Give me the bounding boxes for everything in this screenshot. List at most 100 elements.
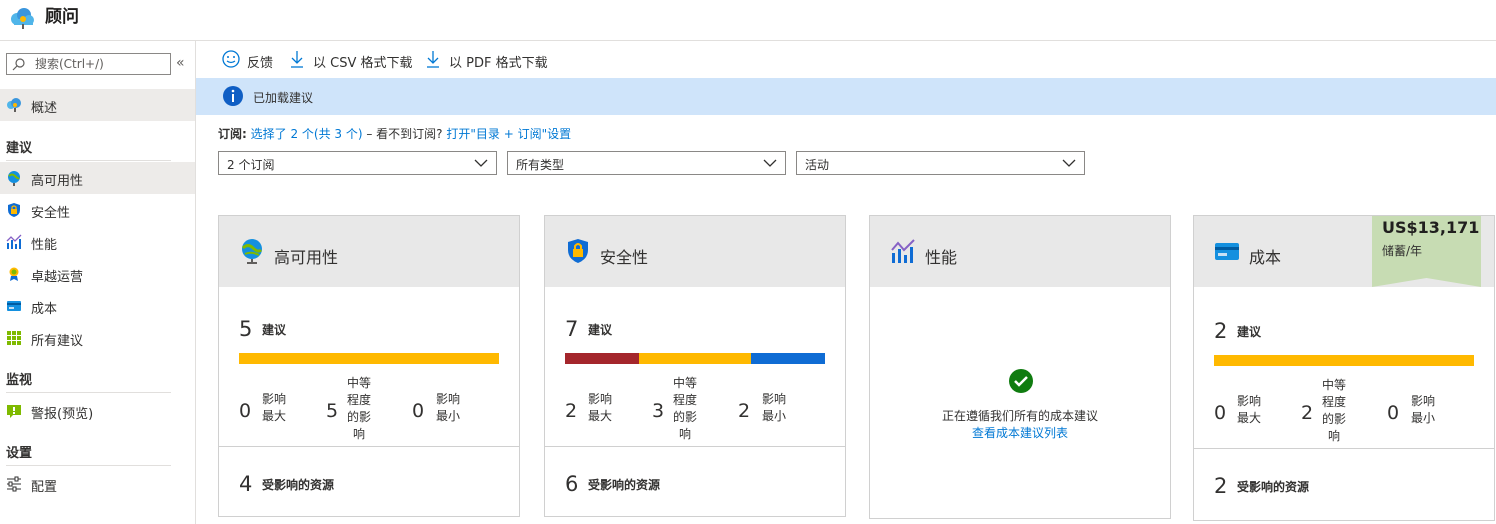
savings-period: 储蓄/年 xyxy=(1382,244,1423,258)
high-impact-count: 0 xyxy=(239,400,252,422)
impact-bar-segment xyxy=(1214,355,1474,366)
subscription-label: 订阅: xyxy=(218,127,247,141)
sidebar-item-label: 安全性 xyxy=(31,206,71,221)
high-availability-card[interactable]: 高可用性 5 建议 0 影响 最大 5 中等 程度 的影响 0 影响 最小 4 受影响的… xyxy=(218,215,520,517)
security-card[interactable]: 安全性 7 建议 2 影响 最大 3 中等 程度 的影响 2 影响 最小 6 受影响的资… xyxy=(544,215,846,517)
sidebar-item-label: 卓越运营 xyxy=(31,270,84,285)
feedback-button[interactable]: 反馈 xyxy=(222,48,282,71)
globe-icon xyxy=(8,171,20,186)
subscription-filter-dropdown[interactable]: 2 个订阅 xyxy=(218,151,497,175)
cost-card[interactable]: 成本 US$13,171 储蓄/年 2 建议 0 影响 最大 2 中等 程度 的影响 … xyxy=(1193,215,1495,521)
affected-resources-count: 4 xyxy=(239,472,253,496)
sidebar-item-alerts[interactable]: 警报(预览) xyxy=(0,395,195,427)
impact-bar-segment xyxy=(239,353,499,364)
view-cost-recommendations-link[interactable]: 查看成本建议列表 xyxy=(870,424,1170,441)
low-impact-count: 0 xyxy=(412,400,425,422)
medium-impact-label: 中等 程度 的影响 xyxy=(1322,378,1347,443)
performance-chart-icon xyxy=(6,234,22,249)
search-input[interactable] xyxy=(35,56,165,72)
recommendation-count: 7 xyxy=(565,317,579,341)
download-pdf-button[interactable]: 以 PDF 格式下载 xyxy=(424,48,554,71)
card-title: 安全性 xyxy=(600,248,649,267)
section-heading-settings: 设置 xyxy=(6,446,33,461)
affected-resources-count: 6 xyxy=(565,472,579,496)
shield-icon xyxy=(568,239,588,263)
banner-text: 已加载建议 xyxy=(253,91,314,105)
high-impact-count: 2 xyxy=(565,400,578,422)
card-title: 成本 xyxy=(1249,248,1282,267)
sidebar-item-overview[interactable]: 概述 xyxy=(0,89,195,121)
sidebar-item-high-availability[interactable]: 高可用性 xyxy=(0,162,195,194)
divider xyxy=(6,392,171,393)
sidebar-item-label: 高可用性 xyxy=(31,174,84,189)
type-filter-dropdown[interactable]: 所有类型 xyxy=(507,151,786,175)
low-impact-count: 0 xyxy=(1387,402,1400,424)
advisor-cloud-icon xyxy=(7,98,21,112)
status-filter-dropdown[interactable]: 活动 xyxy=(796,151,1085,175)
divider xyxy=(6,160,171,161)
recommendation-count: 5 xyxy=(239,317,253,341)
collapse-sidebar-button[interactable]: « xyxy=(176,55,185,71)
card-header: 性能 xyxy=(870,216,1170,287)
medium-impact-count: 2 xyxy=(1301,402,1314,424)
card-title: 性能 xyxy=(925,248,958,267)
medium-impact-label: 中等 程度 的影响 xyxy=(673,376,698,441)
recommendation-count: 2 xyxy=(1214,319,1228,343)
recommendation-count-label: 建议 xyxy=(588,323,613,337)
impact-bar xyxy=(1214,355,1474,366)
card-header: 安全性 xyxy=(545,216,845,287)
credit-card-icon xyxy=(7,301,21,311)
impact-bar-segment xyxy=(750,353,825,364)
sidebar-item-operational-excellence[interactable]: 卓越运营 xyxy=(0,258,195,290)
performance-card[interactable]: 性能 正在遵循我们所有的成本建议 查看成本建议列表 xyxy=(869,215,1171,519)
impact-bar xyxy=(565,353,825,364)
download-csv-button[interactable]: 以 CSV 格式下载 xyxy=(288,48,418,71)
card-title: 高可用性 xyxy=(274,248,339,267)
divider xyxy=(1194,448,1494,449)
section-heading-recommendations: 建议 xyxy=(6,141,33,156)
sidebar-item-cost[interactable]: 成本 xyxy=(0,290,195,322)
info-icon xyxy=(223,86,243,106)
card-header: 高可用性 xyxy=(219,216,519,287)
dropdown-value: 所有类型 xyxy=(516,158,565,172)
divider xyxy=(545,446,845,447)
chevron-down-icon xyxy=(763,159,777,167)
search-box[interactable] xyxy=(6,53,171,75)
affected-resources-label: 受影响的资源 xyxy=(588,478,661,492)
sidebar: « 概述 建议 高可用性 安全性 性能 xyxy=(0,41,196,524)
affected-resources-count: 2 xyxy=(1214,474,1228,498)
sidebar-item-label: 所有建议 xyxy=(31,334,84,349)
impact-bar xyxy=(239,353,499,364)
sidebar-item-performance[interactable]: 性能 xyxy=(0,226,195,258)
info-banner: 已加载建议 xyxy=(196,78,1496,115)
search-icon xyxy=(12,58,25,71)
medium-impact-count: 5 xyxy=(326,400,339,422)
impact-bar-segment xyxy=(639,353,751,364)
performance-chart-icon xyxy=(891,239,915,263)
directory-settings-link[interactable]: 打开"目录 + 订阅"设置 xyxy=(446,127,571,141)
download-icon xyxy=(427,51,439,68)
low-impact-label: 影响 最小 xyxy=(1411,394,1436,425)
credit-card-icon xyxy=(1215,243,1239,260)
award-icon xyxy=(9,267,19,281)
checkmark-circle-icon xyxy=(1009,369,1033,393)
all-followed-message: 正在遵循我们所有的成本建议 xyxy=(941,409,1098,423)
dropdown-value: 2 个订阅 xyxy=(227,158,275,172)
low-impact-label: 影响 最小 xyxy=(436,392,461,423)
impact-bar-segment xyxy=(565,353,640,364)
feedback-label: 反馈 xyxy=(247,56,274,71)
divider xyxy=(219,446,519,447)
card-header: 成本 US$13,171 储蓄/年 xyxy=(1194,216,1494,287)
sidebar-item-label: 配置 xyxy=(31,480,58,495)
sidebar-item-security[interactable]: 安全性 xyxy=(0,194,195,226)
chevron-down-icon xyxy=(474,159,488,167)
sidebar-item-label: 成本 xyxy=(31,302,58,317)
high-impact-label: 影响 最大 xyxy=(1237,394,1262,425)
top-bar: 顾问 xyxy=(0,0,1496,41)
sidebar-item-configuration[interactable]: 配置 xyxy=(0,468,195,500)
advisor-cloud-icon xyxy=(11,8,34,29)
grid-icon xyxy=(7,331,21,345)
sidebar-item-all-recommendations[interactable]: 所有建议 xyxy=(0,322,195,354)
subscription-separator: – 看不到订阅? xyxy=(362,127,447,141)
selected-subscriptions-link[interactable]: 选择了 2 个(共 3 个) xyxy=(251,127,363,141)
